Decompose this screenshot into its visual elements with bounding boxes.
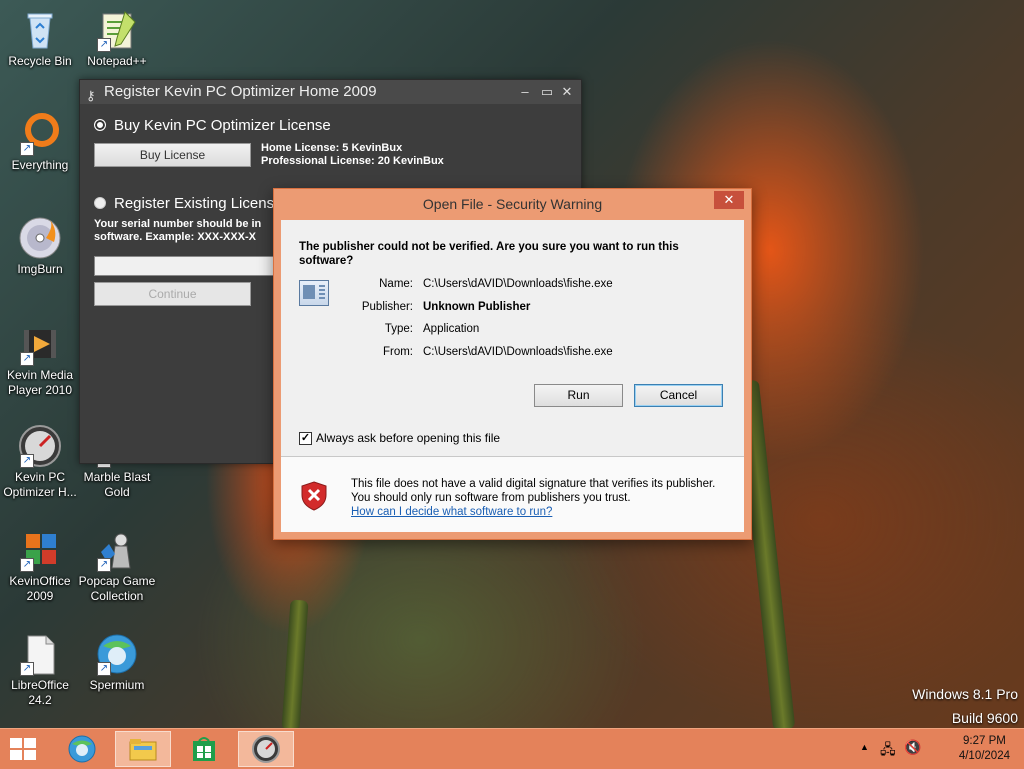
key-icon: ⚷ xyxy=(86,88,96,103)
desktop-icon-optimizer[interactable]: ↗ Kevin PC Optimizer H... xyxy=(0,424,80,500)
close-icon[interactable]: ✕ xyxy=(557,80,577,104)
dialog-footer: This file does not have a valid digital … xyxy=(281,457,744,532)
warning-question: The publisher could not be verified. Are… xyxy=(299,241,679,267)
shortcut-arrow-icon: ↗ xyxy=(20,454,34,468)
desktop-icon-label: LibreOffice 24.2 xyxy=(11,678,69,707)
start-icon[interactable] xyxy=(10,738,36,760)
desktop-icon-label: Spermium xyxy=(89,678,145,692)
desktop-icon-label: Kevin PC Optimizer H... xyxy=(3,470,77,499)
always-ask-checkbox-row[interactable]: ✓ Always ask before opening this file xyxy=(299,431,500,445)
desktop-icon-popcap[interactable]: ↗ Popcap Game Collection xyxy=(77,528,157,604)
taskbar-file-explorer[interactable] xyxy=(115,731,171,767)
always-ask-label: Always ask before opening this file xyxy=(316,431,501,445)
shortcut-arrow-icon: ↗ xyxy=(20,558,34,572)
taskbar-store[interactable] xyxy=(176,731,232,767)
always-ask-checkbox[interactable]: ✓ xyxy=(299,431,312,445)
volume-muted-icon[interactable]: 🔇 xyxy=(904,739,921,756)
system-tray: ▲ 🖧 🔇 xyxy=(854,729,934,769)
run-button[interactable]: Run xyxy=(534,384,623,407)
desktop-icon-label: Kevin Media Player 2010 xyxy=(6,368,74,397)
dialog-title: Open File - Security Warning xyxy=(422,196,603,212)
taskbar-optimizer[interactable] xyxy=(238,731,294,767)
register-window-titlebar[interactable]: ⚷ Register Kevin PC Optimizer Home 2009 … xyxy=(80,80,581,104)
dialog-content: The publisher could not be verified. Are… xyxy=(281,220,744,532)
flower-stem xyxy=(281,599,309,731)
help-link[interactable]: How can I decide what software to run? xyxy=(351,505,721,519)
desktop-icon-media-player[interactable]: ↗ Kevin Media Player 2010 xyxy=(0,322,80,398)
serial-input[interactable] xyxy=(94,256,276,276)
desktop-icon-label: Recycle Bin xyxy=(8,54,72,68)
file-explorer-icon xyxy=(129,739,157,761)
shortcut-arrow-icon: ↗ xyxy=(20,662,34,676)
store-icon xyxy=(193,737,215,761)
tray-expand-icon[interactable]: ▲ xyxy=(860,742,869,752)
imgburn-icon xyxy=(18,216,62,260)
office-icon: ↗ xyxy=(18,528,62,572)
network-icon[interactable]: 🖧 xyxy=(880,739,896,763)
field-value-name: C:\Users\dAVID\Downloads\fishe.exe xyxy=(423,278,613,290)
windows-version-watermark: Windows 8.1 Pro xyxy=(912,686,1018,702)
shortcut-arrow-icon: ↗ xyxy=(97,662,111,676)
option-buy-license[interactable]: Buy Kevin PC Optimizer License xyxy=(94,114,567,136)
taskbar: ▲ 🖧 🔇 9:27 PM 4/10/2024 xyxy=(0,728,1024,769)
cancel-button[interactable]: Cancel xyxy=(634,384,723,407)
radio-buy[interactable] xyxy=(94,119,106,131)
desktop-icon-label: Marble Blast Gold xyxy=(83,470,151,499)
taskbar-clock[interactable]: 9:27 PM 4/10/2024 xyxy=(959,734,1010,764)
libreoffice-icon: ↗ xyxy=(18,632,62,676)
register-window-title: Register Kevin PC Optimizer Home 2009 xyxy=(104,83,377,100)
close-icon[interactable]: ✕ xyxy=(714,191,744,209)
desktop-icon-libreoffice[interactable]: ↗ LibreOffice 24.2 xyxy=(0,632,80,708)
everything-icon: ↗ xyxy=(18,112,62,156)
browser-icon xyxy=(68,735,96,763)
optimizer-icon: ↗ xyxy=(18,424,62,468)
field-label-publisher: Publisher: xyxy=(361,301,413,313)
continue-button[interactable]: Continue xyxy=(94,282,251,306)
minimize-icon[interactable]: ‒ xyxy=(515,80,535,104)
field-value-from: C:\Users\dAVID\Downloads\fishe.exe xyxy=(423,346,613,358)
security-shield-icon xyxy=(301,481,327,511)
clock-time: 9:27 PM xyxy=(963,735,1006,747)
desktop-icon-label: Everything xyxy=(11,158,69,172)
popcap-icon: ↗ xyxy=(95,528,139,572)
shortcut-arrow-icon: ↗ xyxy=(97,38,111,52)
desktop-icon-label: KevinOffice 2009 xyxy=(9,574,71,603)
field-label-name: Name: xyxy=(379,278,413,290)
pro-license-price: Professional License: 20 KevinBux xyxy=(261,155,444,167)
home-license-price: Home License: 5 KevinBux xyxy=(261,142,403,154)
notepadpp-icon: ↗ xyxy=(95,8,139,52)
security-warning-dialog[interactable]: Open File - Security Warning ✕ The publi… xyxy=(273,188,752,540)
field-value-type: Application xyxy=(423,323,480,335)
field-value-publisher: Unknown Publisher xyxy=(423,301,531,313)
buy-license-button[interactable]: Buy License xyxy=(94,143,251,167)
option-buy-label: Buy Kevin PC Optimizer License xyxy=(114,116,331,134)
field-label-type: Type: xyxy=(384,323,413,335)
desktop-icon-browser[interactable]: ↗ Spermium xyxy=(77,632,157,693)
shortcut-arrow-icon: ↗ xyxy=(97,558,111,572)
taskbar-browser[interactable] xyxy=(54,731,110,767)
option-register-label: Register Existing License xyxy=(114,194,283,212)
windows-build-watermark: Build 9600 xyxy=(951,710,1018,726)
shortcut-arrow-icon: ↗ xyxy=(20,142,34,156)
clock-date: 4/10/2024 xyxy=(958,750,1010,762)
field-label-from: From: xyxy=(382,346,413,358)
optimizer-icon xyxy=(252,735,280,763)
desktop-icon-imgburn[interactable]: ImgBurn xyxy=(0,216,80,277)
desktop-icon-everything[interactable]: ↗ Everything xyxy=(0,112,80,173)
maximize-icon[interactable]: ▭ xyxy=(537,80,557,104)
browser-icon: ↗ xyxy=(95,632,139,676)
dialog-titlebar[interactable]: Open File - Security Warning ✕ xyxy=(274,189,751,219)
recycle-bin-icon xyxy=(18,8,62,52)
radio-register[interactable] xyxy=(94,197,106,209)
desktop-icon-label: ImgBurn xyxy=(17,262,63,276)
shortcut-arrow-icon: ↗ xyxy=(20,352,34,366)
media-player-icon: ↗ xyxy=(18,322,62,366)
desktop-icon-notepadpp[interactable]: ↗ Notepad++ xyxy=(77,8,157,69)
warning-text: This file does not have a valid digital … xyxy=(351,478,716,504)
desktop-icon-label: Popcap Game Collection xyxy=(78,574,156,603)
desktop-icon-label: Notepad++ xyxy=(87,54,147,68)
desktop-icon-office[interactable]: ↗ KevinOffice 2009 xyxy=(0,528,80,604)
desktop-icon-recycle-bin[interactable]: Recycle Bin xyxy=(0,8,80,69)
